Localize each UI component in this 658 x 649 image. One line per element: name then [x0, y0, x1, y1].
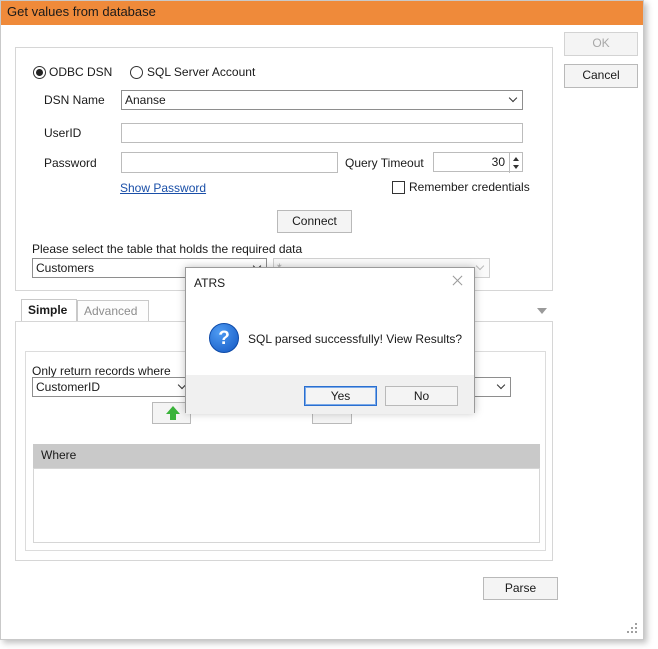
dsn-name-select[interactable]: Ananse [121, 90, 523, 110]
sql-server-account-label: SQL Server Account [147, 65, 256, 79]
chevron-down-icon [508, 95, 518, 105]
table-select-value: Customers [36, 261, 95, 275]
chevron-down-icon [475, 263, 485, 273]
password-label: Password [44, 156, 97, 170]
yes-button[interactable]: Yes [304, 386, 377, 406]
cancel-button[interactable]: Cancel [564, 64, 638, 88]
chevron-down-icon [496, 382, 506, 392]
tab-simple[interactable]: Simple [21, 299, 77, 321]
query-timeout-value: 30 [491, 155, 505, 169]
query-timeout-label: Query Timeout [345, 156, 424, 170]
dialog-title: ATRS [194, 276, 226, 290]
remember-credentials-checkbox[interactable] [392, 181, 405, 194]
timeout-spinner[interactable] [509, 153, 522, 173]
spin-up-icon[interactable] [513, 157, 519, 161]
userid-field[interactable] [121, 123, 523, 143]
tab-advanced[interactable]: Advanced [77, 300, 149, 321]
atrs-dialog: ATRS ? SQL parsed successfully! View Res… [185, 267, 475, 414]
filter-field-value: CustomerID [36, 380, 101, 394]
query-timeout-field[interactable]: 30 [433, 152, 523, 173]
filter-field-select[interactable]: CustomerID [32, 377, 192, 397]
password-field[interactable] [121, 152, 338, 173]
question-icon: ? [209, 323, 239, 353]
dialog-footer: Yes No [186, 375, 474, 414]
spin-down-icon[interactable] [513, 165, 519, 169]
no-button[interactable]: No [385, 386, 458, 406]
remember-credentials-label: Remember credentials [409, 180, 530, 194]
sql-server-account-radio[interactable] [130, 66, 143, 79]
odbc-dsn-radio[interactable] [33, 66, 46, 79]
odbc-dsn-label: ODBC DSN [49, 65, 113, 79]
userid-label: UserID [44, 126, 82, 140]
dialog-message: SQL parsed successfully! View Results? [248, 332, 463, 346]
close-icon[interactable] [452, 274, 464, 286]
window-title: Get values from database [1, 1, 643, 25]
filter-label: Only return records where [32, 364, 171, 378]
where-grid[interactable] [33, 468, 540, 543]
dsn-name-value: Ananse [125, 93, 166, 107]
show-password-link[interactable]: Show Password [120, 181, 206, 195]
arrow-up-icon-stem [170, 413, 176, 420]
table-select-prompt: Please select the table that holds the r… [32, 242, 303, 256]
ok-button[interactable]: OK [564, 32, 638, 56]
connect-button[interactable]: Connect [277, 210, 352, 233]
resize-grip-icon[interactable] [625, 621, 637, 633]
dsn-name-label: DSN Name [44, 93, 105, 107]
where-grid-header: Where [33, 444, 540, 468]
tab-overflow-icon[interactable] [537, 308, 547, 314]
parse-button[interactable]: Parse [483, 577, 558, 600]
